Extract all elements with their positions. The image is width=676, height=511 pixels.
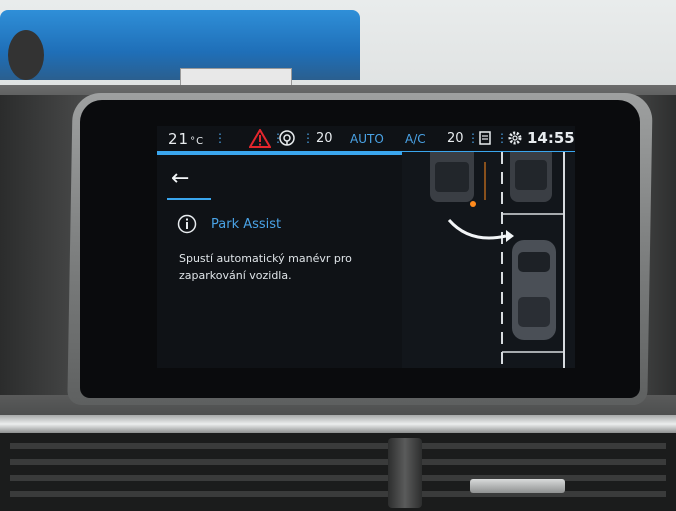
car-wheel [8, 30, 44, 80]
parked-car-icon [510, 152, 552, 202]
own-car-icon [512, 240, 556, 340]
vent-slat [10, 443, 666, 449]
warning-triangle-icon[interactable] [249, 129, 271, 148]
temperature-unit: °C [190, 136, 205, 147]
separator-dots: ⋮ [302, 131, 314, 145]
ac-button[interactable]: A/C [405, 132, 426, 146]
air-vent [0, 433, 676, 511]
chrome-trim [0, 415, 676, 433]
vent-slat [10, 459, 666, 465]
vent-slat [10, 491, 666, 497]
info-icon [177, 214, 197, 234]
indicator-light [470, 201, 476, 207]
description: Spustí automatický manévr pro zaparkován… [179, 250, 379, 284]
description-line: zaparkování vozidla. [179, 269, 292, 282]
vent-tab[interactable] [470, 479, 565, 493]
gear-icon[interactable] [507, 130, 523, 146]
parked-car-icon [430, 152, 474, 202]
back-underline [167, 198, 211, 200]
back-button[interactable]: ← [171, 168, 195, 190]
temperature-left-value: 21 [168, 130, 190, 148]
temperature-left[interactable]: 21°C [168, 130, 204, 148]
parking-diagram [402, 152, 575, 368]
infotainment-screen: 21°C ⋮ ⋮ ⋮ 20 AUTO A/C 20 ⋮ ⋮ 14:55 ← Pa… [157, 126, 575, 368]
vent-knob[interactable] [388, 438, 422, 508]
temperature-right[interactable]: 20 [447, 131, 464, 146]
fan-icon[interactable] [279, 130, 295, 146]
blue-car [0, 10, 360, 88]
description-line: Spustí automatický manévr pro [179, 252, 352, 265]
separator-dots: ⋮ [214, 131, 226, 145]
clock: 14:55 [527, 129, 575, 147]
vent-slat [10, 475, 666, 481]
page-title: Park Assist [211, 217, 282, 232]
seat-heat-icon[interactable] [477, 130, 493, 146]
fan-speed[interactable]: 20 [316, 131, 333, 146]
auto-button[interactable]: AUTO [350, 132, 384, 146]
status-bar: 21°C ⋮ ⋮ ⋮ 20 AUTO A/C 20 ⋮ ⋮ 14:55 [157, 126, 575, 152]
